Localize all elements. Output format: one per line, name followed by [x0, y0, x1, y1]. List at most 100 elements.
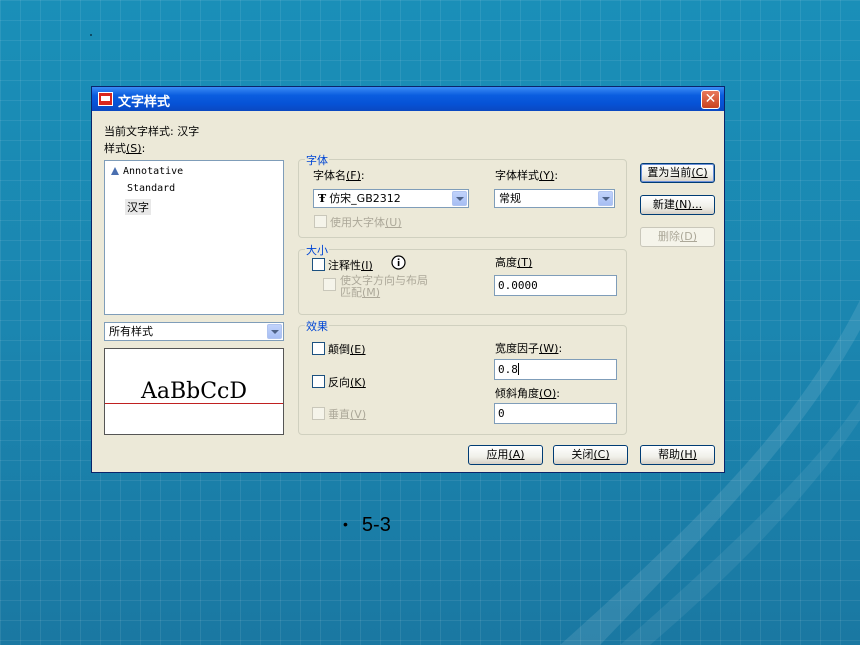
vertical-label-text: 垂直: [328, 408, 350, 421]
apply-button[interactable]: 应用(A): [468, 445, 543, 465]
close-button[interactable]: 关闭(C): [553, 445, 628, 465]
styles-listbox[interactable]: Annotative Standard 汉字: [104, 160, 284, 315]
oblique-value: 0: [498, 407, 505, 420]
new-style-label: 新建: [652, 198, 675, 211]
font-name-hotkey: (F): [346, 169, 361, 182]
oblique-input[interactable]: 0: [494, 403, 617, 424]
styles-suffix: :: [141, 142, 146, 155]
big-font-label: 使用大字体(U): [330, 214, 402, 230]
bullet-icon: •: [343, 516, 348, 532]
font-style-hotkey: (Y): [539, 169, 555, 182]
big-font-label-text: 使用大字体: [330, 216, 385, 229]
orient-label-line2-row: 匹配(M): [340, 287, 428, 299]
close-icon[interactable]: ✕: [701, 90, 720, 109]
font-name-label: 字体名(F):: [313, 169, 365, 182]
vertical-checkbox[interactable]: [312, 407, 325, 420]
close-hotkey: (C): [593, 448, 610, 461]
current-style-prefix: 当前文字样式:: [104, 125, 174, 138]
set-current-button[interactable]: 置为当前(C): [640, 163, 715, 183]
dialog-title: 文字样式: [118, 95, 171, 110]
font-style-select[interactable]: 常规: [494, 189, 615, 208]
font-name-select[interactable]: Ŧ 仿宋_GB2312: [313, 189, 469, 208]
dropdown-arrow-icon[interactable]: [598, 191, 613, 206]
effects-group-title: 效果: [305, 318, 329, 334]
app-icon: [98, 92, 113, 106]
width-factor-label-text: 宽度因子: [495, 342, 539, 355]
backwards-label-text: 反向: [328, 376, 350, 389]
font-style-label-text: 字体样式: [495, 169, 539, 182]
backwards-label: 反向(K): [328, 374, 366, 390]
height-label: 高度(T): [495, 254, 532, 270]
help-button[interactable]: 帮助(H): [640, 445, 715, 465]
upside-down-label-text: 颠倒: [328, 343, 350, 356]
current-style-label: 当前文字样式: 汉字: [104, 123, 199, 139]
font-style-label: 字体样式(Y):: [495, 169, 559, 182]
orient-label: 使文字方向与布局 匹配(M): [340, 275, 428, 299]
delete-style-hotkey: (D): [679, 230, 698, 243]
help-hotkey: (H): [680, 448, 697, 461]
truetype-icon: Ŧ: [318, 192, 327, 205]
titlebar: 文字样式 ✕: [92, 87, 724, 111]
style-filter-value: 所有样式: [109, 325, 153, 338]
style-item-annotative[interactable]: Annotative: [111, 166, 183, 177]
height-label-text: 高度: [495, 256, 517, 269]
height-input[interactable]: 0.0000: [494, 275, 617, 296]
set-current-hotkey: (C): [691, 166, 708, 179]
style-item-label: Standard: [127, 183, 176, 194]
delete-style-button[interactable]: 删除(D): [640, 227, 715, 247]
font-name-value: 仿宋_GB2312: [329, 192, 401, 205]
dropdown-arrow-icon[interactable]: [452, 191, 467, 206]
font-group-title: 字体: [305, 152, 329, 168]
preview-text: AaBbCcD: [140, 379, 248, 404]
slide-caption-text: 5-3: [361, 514, 391, 536]
text-style-dialog: 文字样式 ✕ 当前文字样式: 汉字 样式(S): Annotative Stan…: [91, 86, 725, 473]
orient-label-line2: 匹配: [340, 286, 362, 299]
width-factor-label: 宽度因子(W):: [495, 342, 563, 355]
annotative-label: 注释性(I): [328, 257, 373, 273]
big-font-hotkey: (U): [385, 216, 402, 229]
vertical-hotkey: (V): [350, 408, 367, 421]
text-caret: [517, 363, 519, 375]
style-item-label: 汉字: [127, 201, 149, 214]
set-current-label: 置为当前: [647, 166, 692, 179]
annotative-checkbox[interactable]: [312, 258, 325, 271]
width-factor-value: 0.8: [498, 363, 518, 376]
preview-baseline: [105, 403, 283, 404]
orient-hotkey: (M): [362, 286, 381, 299]
decorative-dot: [90, 34, 92, 36]
size-group-title: 大小: [305, 242, 329, 258]
upside-down-checkbox[interactable]: [312, 342, 325, 355]
upside-down-label: 颠倒(E): [328, 341, 366, 357]
orient-checkbox[interactable]: [323, 278, 336, 291]
close-label: 关闭: [571, 448, 594, 461]
current-style-value: 汉字: [177, 125, 200, 138]
width-factor-input[interactable]: 0.8: [494, 359, 617, 380]
font-style-value: 常规: [499, 192, 521, 205]
style-preview: AaBbCcD: [104, 348, 284, 435]
info-icon[interactable]: [391, 255, 406, 270]
dropdown-arrow-icon[interactable]: [267, 324, 282, 339]
apply-label: 应用: [486, 448, 509, 461]
new-style-hotkey: (N)...: [674, 198, 703, 211]
backwards-checkbox[interactable]: [312, 375, 325, 388]
vertical-label: 垂直(V): [328, 406, 366, 422]
styles-hotkey: (S): [126, 142, 142, 155]
big-font-checkbox[interactable]: [314, 215, 327, 228]
annotative-hotkey: (I): [361, 259, 373, 272]
styles-label-text: 样式: [104, 142, 126, 155]
style-item-hanzi[interactable]: 汉字: [125, 199, 151, 215]
styles-label: 样式(S):: [104, 140, 145, 156]
apply-hotkey: (A): [508, 448, 525, 461]
help-label: 帮助: [658, 448, 681, 461]
style-filter-select[interactable]: 所有样式: [104, 322, 284, 341]
backwards-hotkey: (K): [350, 376, 366, 389]
annotative-label-text: 注释性: [328, 259, 361, 272]
annotative-icon: [111, 167, 119, 175]
style-item-standard[interactable]: Standard: [127, 183, 175, 194]
slide-caption: • 5-3: [343, 514, 391, 537]
upside-down-hotkey: (E): [350, 343, 366, 356]
oblique-hotkey: (O): [539, 387, 557, 400]
height-value: 0.0000: [498, 279, 538, 292]
style-item-label: Annotative: [123, 166, 184, 177]
new-style-button[interactable]: 新建(N)...: [640, 195, 715, 215]
